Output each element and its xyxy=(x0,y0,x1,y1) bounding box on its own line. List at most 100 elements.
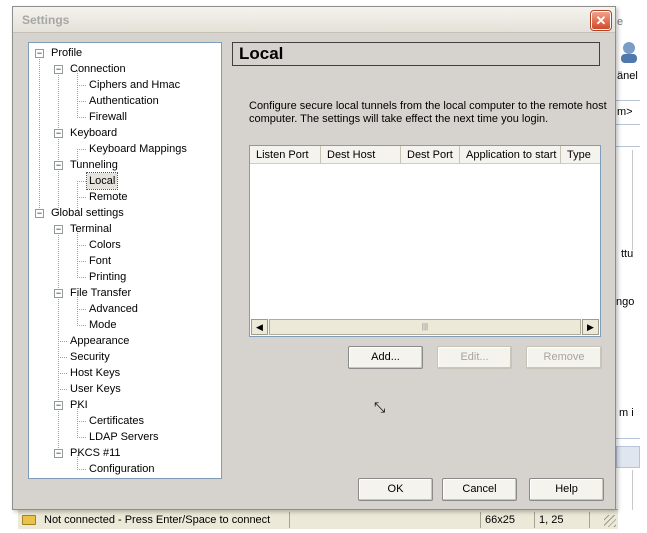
status-spacer xyxy=(290,512,480,528)
folder-icon xyxy=(22,514,36,525)
tree-item-authentication[interactable]: Authentication xyxy=(33,93,218,109)
divider xyxy=(616,438,640,439)
collapse-icon[interactable]: − xyxy=(54,65,63,74)
panel-description: Configure secure local tunnels from the … xyxy=(249,100,607,125)
tree-item-label: Appearance xyxy=(70,335,130,347)
divider xyxy=(616,124,640,125)
tree-item-label: Keyboard Mappings xyxy=(89,143,187,155)
background-text: änel xyxy=(617,70,638,82)
tree-connector xyxy=(77,469,87,470)
help-button[interactable]: Help xyxy=(529,478,604,501)
tree-item-label: Certificates xyxy=(89,415,145,427)
tree-item-tunneling[interactable]: − Tunneling xyxy=(33,157,218,173)
tree-item-appearance[interactable]: Appearance xyxy=(33,333,218,349)
column-type[interactable]: Type xyxy=(561,146,600,164)
tree-item-label: Advanced xyxy=(89,303,138,315)
column-application-to-start[interactable]: Application to start xyxy=(460,146,561,164)
tree-item-label: PKCS #11 xyxy=(70,447,121,459)
divider xyxy=(616,146,640,147)
tree-item-security[interactable]: Security xyxy=(33,349,218,365)
ok-button[interactable]: OK xyxy=(358,478,433,501)
close-icon: ✕ xyxy=(595,13,607,28)
title-bar[interactable]: Settings ✕ xyxy=(13,7,615,33)
collapse-icon[interactable]: − xyxy=(35,209,44,218)
user-avatar-icon xyxy=(621,42,637,63)
tree-item-mode[interactable]: Mode xyxy=(33,317,218,333)
dialog-title: Settings xyxy=(22,13,70,27)
horizontal-scrollbar[interactable]: ◀ ||| ▶ xyxy=(251,319,599,335)
scroll-right-icon[interactable]: ▶ xyxy=(582,319,599,335)
tree-item-printing[interactable]: Printing xyxy=(33,269,218,285)
close-button[interactable]: ✕ xyxy=(590,10,612,31)
tree-item-user-keys[interactable]: User Keys xyxy=(33,381,218,397)
tree-item-ldap-servers[interactable]: LDAP Servers xyxy=(33,429,218,445)
tree-item-label: Keyboard xyxy=(70,127,118,139)
collapse-icon[interactable]: − xyxy=(54,401,63,410)
scroll-left-icon[interactable]: ◀ xyxy=(251,319,268,335)
tree-item-configuration[interactable]: Configuration xyxy=(33,461,218,477)
status-bar: Not connected - Press Enter/Space to con… xyxy=(18,509,618,529)
tree-connector xyxy=(77,117,87,118)
tree-item-remote[interactable]: Remote xyxy=(33,189,218,205)
column-dest-port[interactable]: Dest Port xyxy=(401,146,460,164)
tree-item-label: Firewall xyxy=(89,111,127,123)
tree-item-label: Profile xyxy=(51,47,83,59)
tree-item-file-transfer[interactable]: − File Transfer xyxy=(33,285,218,301)
tree-connector xyxy=(77,437,87,438)
tree-connector xyxy=(77,149,87,150)
collapse-icon[interactable]: − xyxy=(54,289,63,298)
background-text: m i xyxy=(619,407,634,419)
tree-connector xyxy=(77,85,87,86)
tree-item-local[interactable]: Local xyxy=(33,172,218,190)
collapse-icon[interactable]: − xyxy=(54,449,63,458)
tree-item-profile[interactable]: − Profile xyxy=(33,45,218,61)
tree-connector xyxy=(77,245,87,246)
edit-button[interactable]: Edit... xyxy=(437,346,512,369)
background-panel xyxy=(616,446,640,468)
tree-item-terminal[interactable]: − Terminal xyxy=(33,221,218,237)
tree-item-firewall[interactable]: Firewall xyxy=(33,109,218,125)
tree-item-ciphers-and-hmac[interactable]: Ciphers and Hmac xyxy=(33,77,218,93)
tree-item-label: File Transfer xyxy=(70,287,132,299)
resize-grip-icon[interactable] xyxy=(604,515,616,527)
remove-button[interactable]: Remove xyxy=(526,346,602,369)
tree-item-label: Ciphers and Hmac xyxy=(89,79,181,91)
tree-item-host-keys[interactable]: Host Keys xyxy=(33,365,218,381)
tree-item-pkcs11[interactable]: − PKCS #11 xyxy=(33,445,218,461)
collapse-icon[interactable]: − xyxy=(54,225,63,234)
cursor-position: 1, 25 xyxy=(535,511,590,528)
tree-item-advanced[interactable]: Advanced xyxy=(33,301,218,317)
collapse-icon[interactable]: − xyxy=(35,49,44,58)
connection-status: Not connected - Press Enter/Space to con… xyxy=(40,511,290,528)
tree-connector xyxy=(77,261,87,262)
tree-connector xyxy=(58,389,68,390)
tree-item-label: PKI xyxy=(70,399,88,411)
collapse-icon[interactable]: − xyxy=(54,161,63,170)
collapse-icon[interactable]: − xyxy=(54,129,63,138)
tree-item-colors[interactable]: Colors xyxy=(33,237,218,253)
settings-tree[interactable]: − Profile − Connection Ciphers and Hmac … xyxy=(28,42,222,479)
tree-item-global-settings[interactable]: − Global settings xyxy=(33,205,218,221)
column-dest-host[interactable]: Dest Host xyxy=(321,146,401,164)
tree-item-label: LDAP Servers xyxy=(89,431,159,443)
cancel-button[interactable]: Cancel xyxy=(442,478,517,501)
tree-item-pki[interactable]: − PKI xyxy=(33,397,218,413)
tree-item-connection[interactable]: − Connection xyxy=(33,61,218,77)
tree-connector xyxy=(77,277,87,278)
tree-item-keyboard[interactable]: − Keyboard xyxy=(33,125,218,141)
tree-connector xyxy=(77,101,87,102)
tree-item-certificates[interactable]: Certificates xyxy=(33,413,218,429)
tree-item-label: Configuration xyxy=(89,463,155,475)
tree-item-label: Authentication xyxy=(89,95,159,107)
tree-connector xyxy=(77,197,87,198)
tunnels-list[interactable]: Listen Port Dest Host Dest Port Applicat… xyxy=(249,145,601,337)
tree-connector xyxy=(77,181,87,182)
add-button[interactable]: Add... xyxy=(348,346,423,369)
tree-item-label: Local xyxy=(85,172,119,190)
tree-item-label: Host Keys xyxy=(70,367,121,379)
tree-item-font[interactable]: Font xyxy=(33,253,218,269)
tree-item-keyboard-mappings[interactable]: Keyboard Mappings xyxy=(33,141,218,157)
column-listen-port[interactable]: Listen Port xyxy=(250,146,321,164)
tree-item-label: Terminal xyxy=(70,223,112,235)
scroll-thumb[interactable]: ||| xyxy=(269,319,581,335)
